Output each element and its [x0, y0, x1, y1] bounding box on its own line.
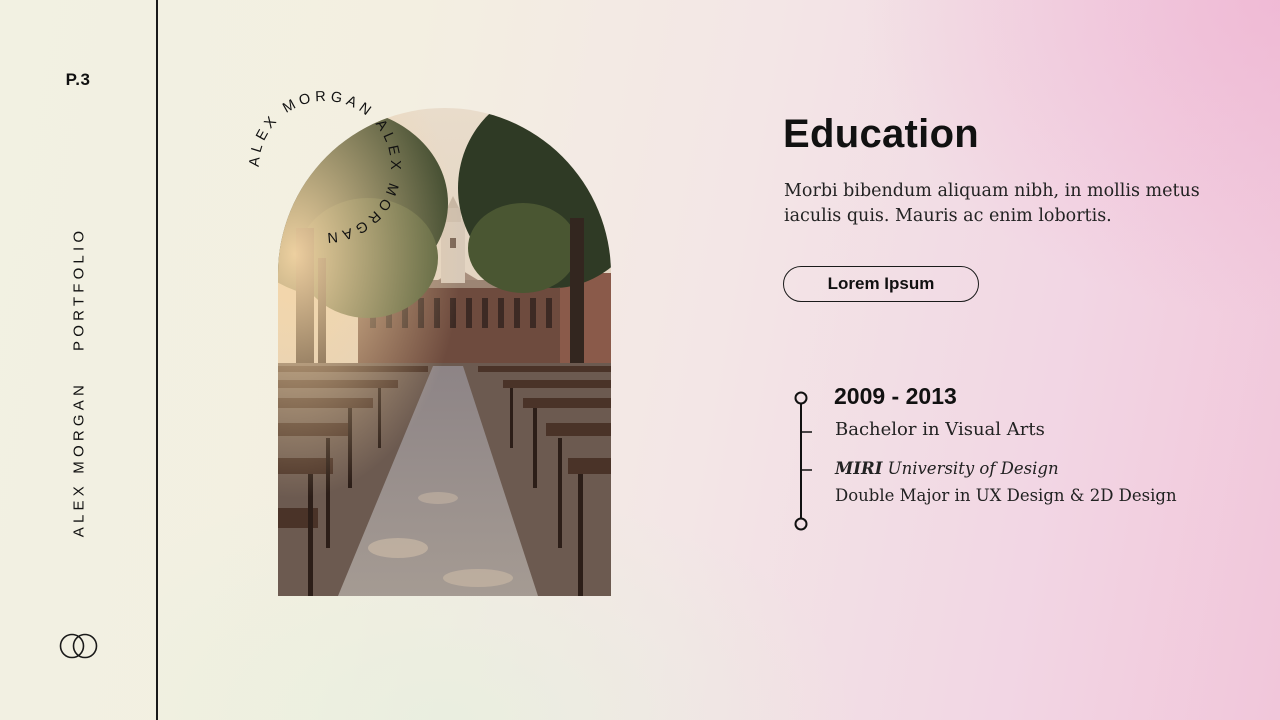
- university-name: University of Design: [882, 459, 1059, 478]
- vertical-portfolio-label: ALEX MORGAN PORTFOLIO: [71, 227, 88, 537]
- svg-text:ALEX MORGAN ALEX MORGAN: ALEX MORGAN ALEX MORGAN: [247, 89, 403, 246]
- major-text: Double Major in UX Design & 2D Design: [835, 486, 1177, 505]
- university-text: MIRI University of Design: [835, 459, 1059, 478]
- portfolio-label: PORTFOLIO: [70, 226, 88, 351]
- interlocking-circles-logo-icon: [59, 633, 98, 659]
- description-text: Morbi bibendum aliquam nibh, in mollis m…: [784, 181, 1200, 226]
- lorem-ipsum-button[interactable]: Lorem Ipsum: [783, 266, 979, 302]
- circular-name-textpath: ALEX MORGAN ALEX MORGAN: [247, 89, 399, 246]
- page-number: P.3: [65, 70, 91, 89]
- page-title: Education: [783, 112, 980, 156]
- sidebar: P.3 ALEX MORGAN PORTFOLIO: [0, 0, 158, 720]
- timeline-years: 2009 - 2013: [834, 383, 957, 409]
- university-prefix: MIRI: [835, 459, 883, 478]
- degree-text: Bachelor in Visual Arts: [835, 419, 1045, 440]
- circular-name-text: ALEX MORGAN ALEX MORGAN: [247, 89, 403, 246]
- timeline-line: [794, 391, 812, 531]
- author-name: ALEX MORGAN: [70, 380, 88, 538]
